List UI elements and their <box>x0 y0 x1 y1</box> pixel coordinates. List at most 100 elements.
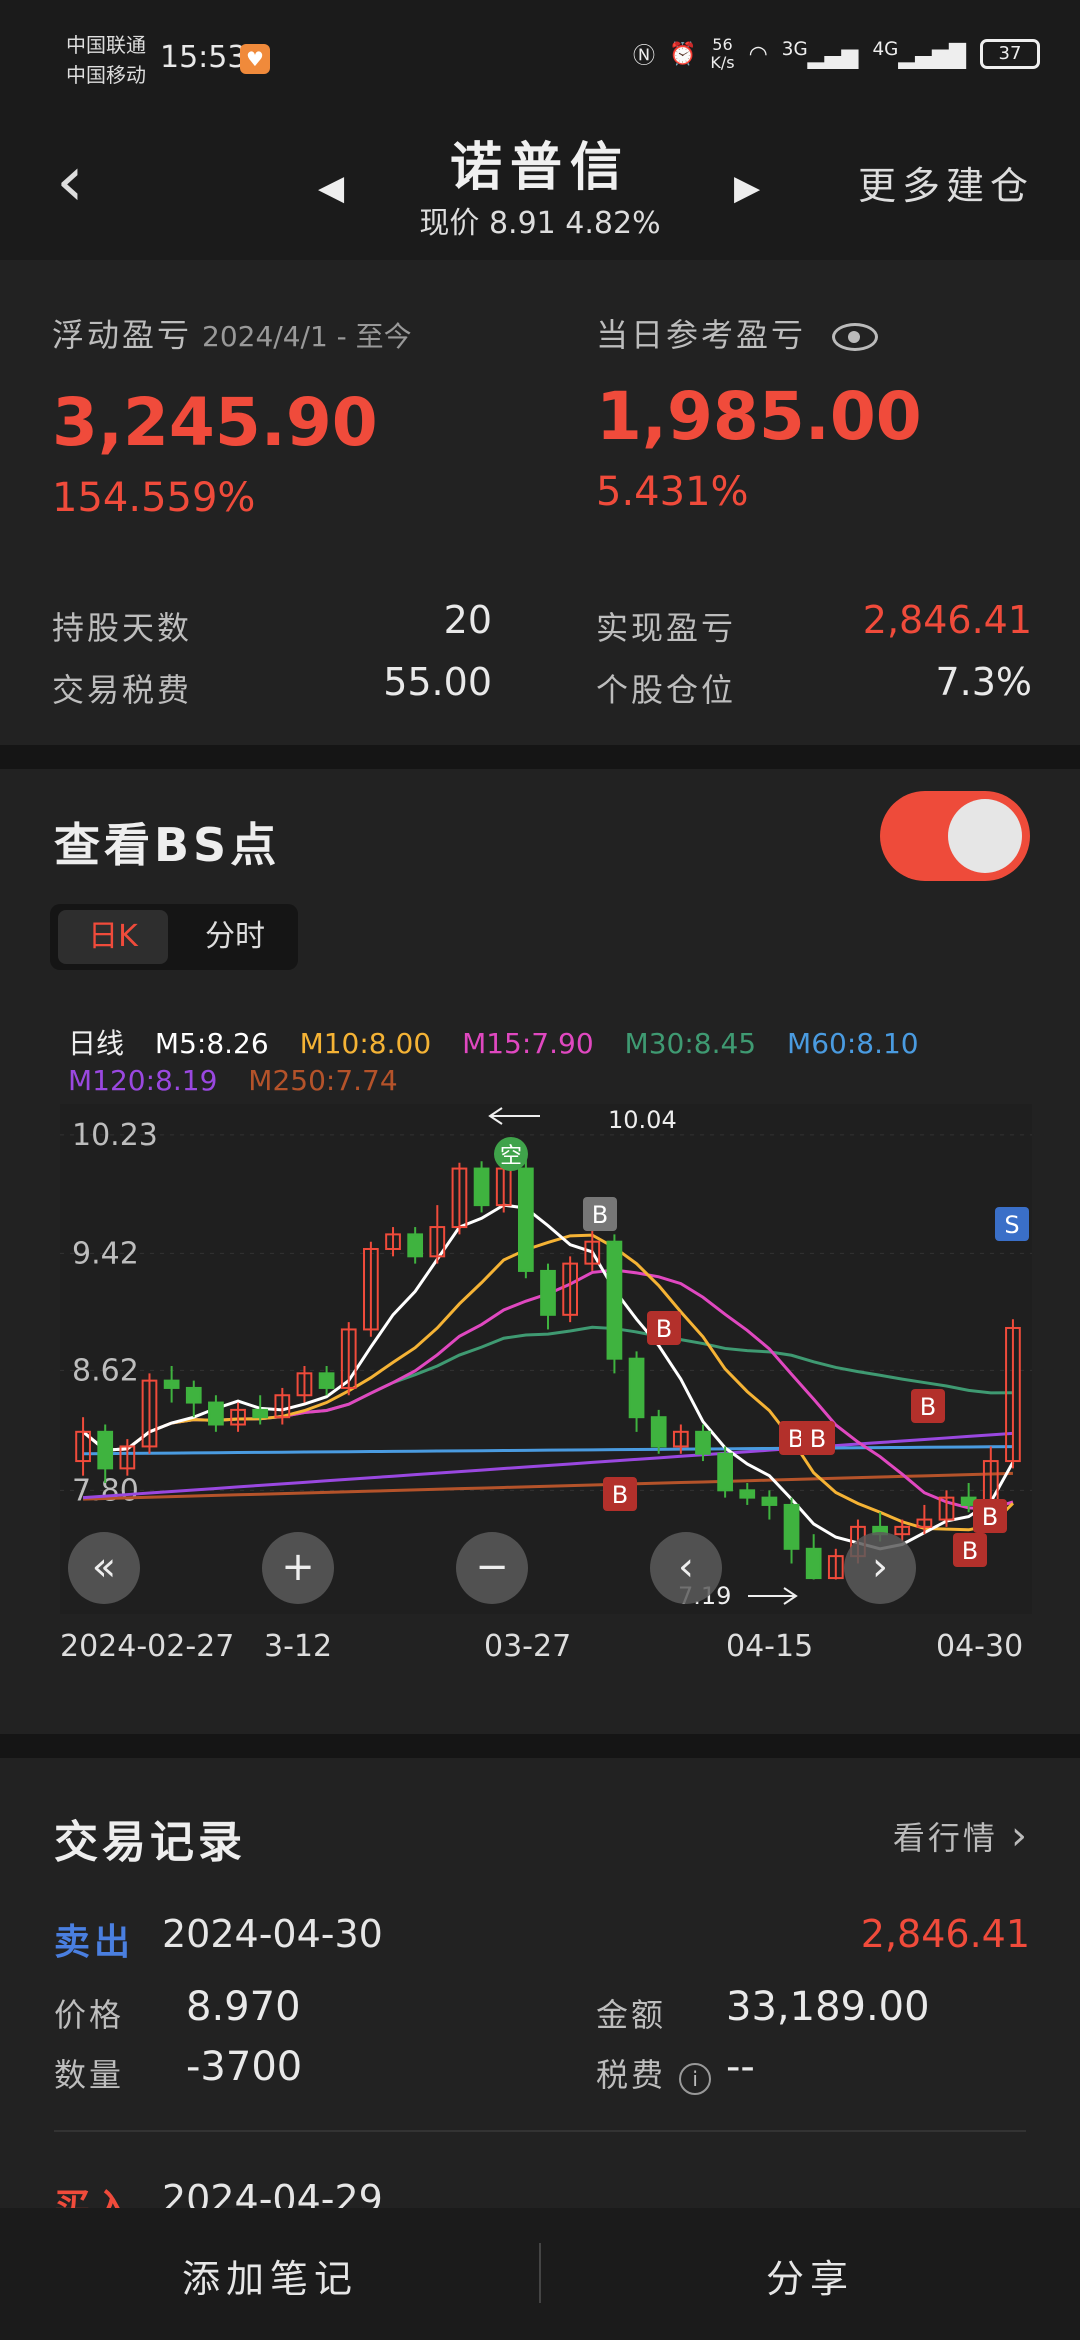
sell-marker: S <box>1004 1211 1019 1239</box>
ma-line-m250 <box>83 1471 1013 1501</box>
price-value: 8.970 <box>186 1984 301 2030</box>
bs-points-section: 查看BS点 日K 分时 日线 M5:8.26 M10:8.00 M15:7.90… <box>0 769 1080 1734</box>
buy-marker: B <box>810 1425 826 1453</box>
float-pnl-percent: 154.559% <box>52 475 256 521</box>
ma-legend-m250: M250:7.74 <box>248 1064 398 1097</box>
record-type-sell: 卖出 <box>54 1922 135 1963</box>
ma-legend-m120: M120:8.19 <box>68 1064 218 1097</box>
buy-marker: B <box>920 1393 936 1421</box>
candle-body <box>761 1496 778 1506</box>
candle-body <box>695 1430 711 1455</box>
x-label: 03-27 <box>484 1629 572 1664</box>
section-divider <box>0 1734 1080 1758</box>
x-label: 04-15 <box>726 1629 814 1664</box>
candle-body <box>163 1379 180 1389</box>
toggle-knob <box>948 799 1022 873</box>
eye-icon[interactable] <box>832 323 879 351</box>
candle-body <box>783 1503 800 1550</box>
realized-pnl-label: 实现盈亏 <box>596 609 737 647</box>
status-bar: 中国联通 中国移动 15:53 ♥ Ⓝ ⏰ 56 K/s ◠ 3G▂▄▆ 4G▂… <box>0 0 1080 110</box>
tab-day-k[interactable]: 日K <box>58 910 168 964</box>
ma-legend-m5: M5:8.26 <box>154 1027 269 1060</box>
x-axis-labels: 2024-02-27 3-12 03-27 04-15 04-30 <box>60 1629 1032 1673</box>
bottom-action-bar: 添加笔记 分享 <box>0 2208 1080 2340</box>
y-axis-label: 9.42 <box>72 1236 139 1271</box>
fee-label: 交易税费 <box>52 671 193 709</box>
day-pnl-value: 1,985.00 <box>596 378 922 455</box>
day-pnl-percent: 5.431% <box>596 469 749 515</box>
more-build-button[interactable]: 更多建仓 <box>858 155 1034 210</box>
ma-legend-m15: M15:7.90 <box>462 1027 594 1060</box>
bs-toggle[interactable] <box>880 791 1030 881</box>
view-market-link[interactable]: 看行情 › <box>893 1813 1030 1859</box>
carrier-2: 中国移动 <box>66 63 146 87</box>
scroll-right-button[interactable]: › <box>844 1532 916 1604</box>
ma-legend-m30: M30:8.45 <box>624 1027 757 1060</box>
qty-value: -3700 <box>186 2044 303 2090</box>
ma-legend-m10: M10:8.00 <box>299 1027 432 1060</box>
high-price-label: 10.04 <box>608 1106 677 1134</box>
x-label: 3-12 <box>264 1629 333 1664</box>
candle-body <box>628 1357 645 1419</box>
candle-body <box>473 1167 490 1207</box>
trade-records: 交易记录 看行情 › 卖出 2024-04-30 2,846.41 价格 8.9… <box>0 1758 1080 2208</box>
candle-body <box>407 1233 424 1258</box>
x-label: 2024-02-27 <box>60 1629 235 1664</box>
candle-body <box>97 1430 114 1470</box>
profit-summary: 浮动盈亏 2024/4/1 - 至今 3,245.90 154.559% 当日参考… <box>0 260 1080 745</box>
system-icons: Ⓝ ⏰ 56 K/s ◠ 3G▂▄▆ 4G▂▄▆█ 37 <box>633 36 1040 72</box>
carrier-info: 中国联通 中国移动 <box>66 30 146 90</box>
record-profit: 2,846.41 <box>860 1912 1030 1956</box>
day-pnl-label: 当日参考盈亏 <box>596 310 922 356</box>
signal-4g: 4G▂▄▆█ <box>872 38 966 70</box>
wifi-icon: ◠ <box>748 41 768 67</box>
net-speed: 56 K/s <box>710 35 735 72</box>
y-axis-label: 8.62 <box>72 1353 139 1388</box>
tax-value: -- <box>726 2044 755 2090</box>
candle-body <box>606 1240 623 1360</box>
carrier-1: 中国联通 <box>66 33 146 57</box>
health-app-icon: ♥ <box>240 44 270 74</box>
buy-marker: B <box>962 1537 978 1565</box>
zoom-out-button[interactable]: − <box>456 1532 528 1604</box>
buy-marker: B <box>612 1481 628 1509</box>
price-label: 价格 <box>54 1996 125 2034</box>
add-note-button[interactable]: 添加笔记 <box>0 2248 540 2303</box>
candle-body <box>650 1416 667 1448</box>
buy-marker: B <box>592 1201 608 1229</box>
signal-3g: 3G▂▄▆ <box>781 38 859 70</box>
rewind-button[interactable]: « <box>68 1532 140 1604</box>
candle-body <box>540 1269 556 1316</box>
ma-line-m5 <box>82 1203 1015 1551</box>
ma-legend-m60: M60:8.10 <box>787 1027 919 1060</box>
trade-records-title: 交易记录 <box>54 1817 246 1868</box>
nfc-icon: Ⓝ <box>632 44 655 69</box>
realized-pnl-value: 2,846.41 <box>862 598 1032 642</box>
scroll-left-button[interactable]: ‹ <box>650 1532 722 1604</box>
clock: 15:53 <box>160 40 247 75</box>
tab-intraday[interactable]: 分时 <box>180 910 290 964</box>
ma-legend-row2: M120:8.19 M250:7.74 <box>68 1064 420 1097</box>
y-axis-label: 10.23 <box>72 1118 158 1153</box>
x-label: 04-30 <box>936 1629 1024 1664</box>
float-pnl-label: 浮动盈亏 2024/4/1 - 至今 <box>52 316 412 354</box>
qty-label: 数量 <box>54 2056 125 2094</box>
candle-body <box>517 1167 534 1272</box>
candle-body <box>185 1386 202 1404</box>
ma-legend-row1: 日线 M5:8.26 M10:8.00 M15:7.90 M30:8.45 M6… <box>68 1022 941 1062</box>
record-separator <box>54 2130 1026 2132</box>
stock-header: ‹ ◀ 诺普信 现价 8.91 4.82% ▶ 更多建仓 <box>0 110 1080 260</box>
share-button[interactable]: 分享 <box>540 2248 1080 2303</box>
fee-value: 55.00 <box>383 660 492 704</box>
hold-days-label: 持股天数 <box>52 609 193 647</box>
next-stock-icon[interactable]: ▶ <box>734 168 760 208</box>
info-icon[interactable]: i <box>679 2063 712 2095</box>
candle-body <box>717 1452 733 1492</box>
bs-title: 查看BS点 <box>54 818 281 872</box>
candle-body <box>208 1401 224 1426</box>
ma-legend-label: 日线 <box>68 1027 125 1060</box>
float-pnl-block: 浮动盈亏 2024/4/1 - 至今 3,245.90 154.559% <box>52 310 412 521</box>
candle-body <box>739 1489 756 1499</box>
position-value: 7.3% <box>935 660 1032 704</box>
zoom-in-button[interactable]: + <box>262 1532 334 1604</box>
